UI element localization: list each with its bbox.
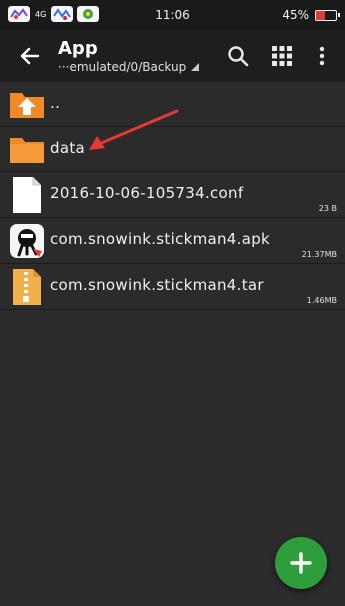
list-item-file[interactable]: com.snowink.stickman4.tar 1.46MB [0,264,345,310]
add-icon [290,552,312,574]
file-name: .. [50,94,61,112]
status-bar: 4G 11:06 45% [0,0,345,30]
file-name: data [50,139,85,157]
archive-icon [13,269,41,305]
document-icon [13,177,41,213]
file-size: 21.37MB [301,250,337,259]
more-vert-icon[interactable] [308,42,336,70]
battery-level [316,10,325,20]
search-icon[interactable] [224,42,252,70]
annotation-arrow [89,109,179,150]
list-item-file[interactable]: 2016-10-06-105734.conf 23 B [0,172,345,218]
file-size: 23 B [318,204,337,213]
file-size: 1.46MB [306,296,337,305]
file-name: com.snowink.stickman4.tar [50,276,264,294]
file-name: com.snowink.stickman4.apk [50,230,271,248]
add-button[interactable] [275,537,327,589]
folder-icon [10,138,44,163]
grid-view-icon[interactable] [268,42,296,70]
current-path: ···emulated/0/Backup [58,60,187,74]
battery-icon [315,9,340,21]
path-dropdown-icon [191,63,200,71]
battery-percent: 45% [282,8,309,22]
app-toolbar: App ···emulated/0/Backup [0,30,345,82]
folder-up-icon [10,93,44,118]
list-item-file[interactable]: com.snowink.stickman4.apk 21.37MB [0,218,345,264]
page-title: App [58,38,98,59]
stickman-app-icon [10,224,44,258]
back-arrow-icon[interactable] [16,42,44,70]
file-name: 2016-10-06-105734.conf [50,184,244,202]
breadcrumb[interactable]: ···emulated/0/Backup [58,60,200,74]
